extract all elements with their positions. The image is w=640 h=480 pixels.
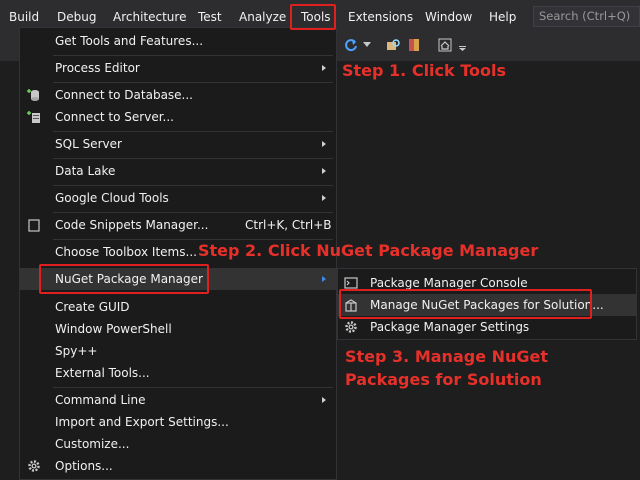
menu-item-label: SQL Server	[55, 137, 122, 151]
book-icon[interactable]	[407, 38, 421, 52]
gear-icon	[28, 460, 40, 472]
server-connect-icon	[27, 111, 40, 123]
menu-item-label: Spy++	[55, 344, 98, 358]
menu-item-label: Options...	[55, 459, 113, 473]
separator	[53, 82, 333, 83]
step1-annotation: Step 1. Click Tools	[342, 61, 507, 80]
menu-help[interactable]: Help	[489, 9, 516, 25]
menu-debug[interactable]: Debug	[57, 9, 96, 25]
separator	[53, 212, 333, 213]
menu-item-connect-server[interactable]: Connect to Server...	[20, 106, 336, 128]
menu-item-label: Google Cloud Tools	[55, 191, 169, 205]
refresh-icon[interactable]	[344, 38, 358, 52]
search-input[interactable]: Search (Ctrl+Q)	[533, 6, 640, 27]
menu-extensions[interactable]: Extensions	[348, 9, 413, 25]
menu-test[interactable]: Test	[198, 9, 222, 25]
nuget-highlight-box	[39, 264, 209, 294]
menu-item-spy[interactable]: Spy++	[20, 340, 336, 362]
step2-annotation: Step 2. Click NuGet Package Manager	[198, 241, 539, 260]
gear-icon	[345, 321, 357, 333]
menu-item-shortcut: Ctrl+K, Ctrl+B	[245, 218, 332, 232]
step3-annotation-line2: Packages for Solution	[345, 370, 542, 389]
menu-build[interactable]: Build	[9, 9, 39, 25]
submenu-arrow-icon	[322, 65, 326, 71]
console-icon	[344, 277, 358, 289]
dropdown-arrow-icon[interactable]	[363, 42, 371, 48]
menu-item-label: Code Snippets Manager...	[55, 218, 209, 232]
submenu-arrow-icon	[322, 397, 326, 403]
menu-analyze[interactable]: Analyze	[239, 9, 286, 25]
menu-item-create-guid[interactable]: Create GUID	[20, 296, 336, 318]
menu-item-options[interactable]: Options...	[20, 455, 336, 477]
menu-item-window-powershell[interactable]: Window PowerShell	[20, 318, 336, 340]
menu-architecture[interactable]: Architecture	[113, 9, 186, 25]
menu-item-label: Import and Export Settings...	[55, 415, 229, 429]
database-connect-icon	[27, 89, 39, 101]
home-icon[interactable]	[438, 38, 452, 52]
menu-item-label: Connect to Database...	[55, 88, 193, 102]
menu-item-label: Create GUID	[55, 300, 130, 314]
manage-packages-highlight-box	[339, 289, 592, 319]
menu-item-external-tools[interactable]: External Tools...	[20, 362, 336, 384]
menu-item-command-line[interactable]: Command Line	[20, 389, 336, 411]
snippet-icon	[28, 219, 40, 232]
submenu-item-package-manager-settings[interactable]: Package Manager Settings	[338, 316, 636, 338]
menu-item-customize[interactable]: Customize...	[20, 433, 336, 455]
menu-item-label: Get Tools and Features...	[55, 34, 204, 48]
separator	[53, 387, 333, 388]
submenu-arrow-icon	[322, 195, 326, 201]
menu-item-google-cloud-tools[interactable]: Google Cloud Tools	[20, 187, 336, 209]
submenu-arrow-icon	[322, 168, 326, 174]
menu-item-label: Customize...	[55, 437, 130, 451]
menu-item-get-tools[interactable]: Get Tools and Features...	[20, 30, 336, 52]
separator	[53, 185, 333, 186]
step3-annotation-line1: Step 3. Manage NuGet	[345, 347, 549, 366]
menu-item-import-export[interactable]: Import and Export Settings...	[20, 411, 336, 433]
menu-item-sql-server[interactable]: SQL Server	[20, 133, 336, 155]
separator	[53, 55, 333, 56]
menu-item-label: Command Line	[55, 393, 146, 407]
submenu-item-label: Package Manager Settings	[370, 320, 530, 334]
menu-item-label: Data Lake	[55, 164, 116, 178]
submenu-arrow-icon	[322, 276, 326, 282]
submenu-arrow-icon	[322, 141, 326, 147]
menu-item-process-editor[interactable]: Process Editor	[20, 57, 336, 79]
menu-item-code-snippets[interactable]: Code Snippets Manager... Ctrl+K, Ctrl+B	[20, 214, 336, 236]
menu-item-label: Choose Toolbox Items...	[55, 245, 197, 259]
folder-search-icon[interactable]	[386, 38, 400, 52]
menu-item-label: External Tools...	[55, 366, 150, 380]
separator	[53, 158, 333, 159]
tools-highlight-box	[290, 4, 336, 30]
menu-window[interactable]: Window	[425, 9, 472, 25]
menu-item-label: Connect to Server...	[55, 110, 174, 124]
menu-item-label: Window PowerShell	[55, 322, 172, 336]
menu-item-data-lake[interactable]: Data Lake	[20, 160, 336, 182]
overflow-arrow-icon[interactable]	[459, 46, 467, 52]
menu-item-connect-database[interactable]: Connect to Database...	[20, 84, 336, 106]
menu-item-label: Process Editor	[55, 61, 140, 75]
separator	[53, 131, 333, 132]
